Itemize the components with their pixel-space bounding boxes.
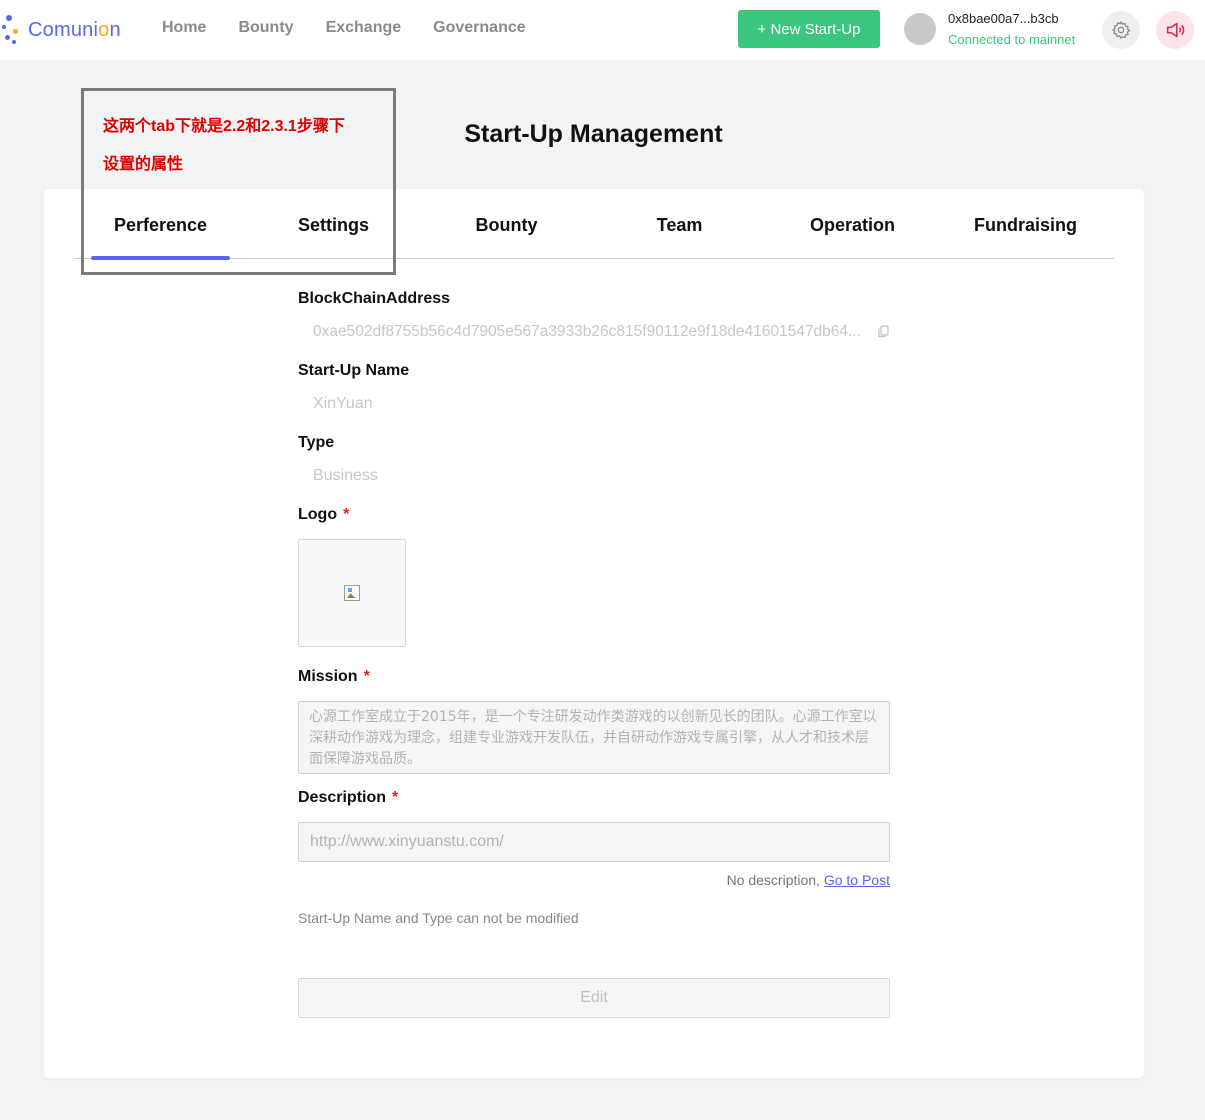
tab-bounty[interactable]: Bounty <box>420 215 593 236</box>
type-label: Type <box>298 434 335 451</box>
description-hint: No description, Go to Post <box>726 872 890 888</box>
nav-governance[interactable]: Governance <box>433 19 525 37</box>
edit-button[interactable]: Edit <box>298 978 890 1018</box>
nav-bounty[interactable]: Bounty <box>238 19 293 37</box>
account-address: 0x8bae00a7...b3cb <box>948 11 1059 26</box>
broken-image-icon <box>344 585 360 601</box>
comunion-logo[interactable]: Comunion <box>2 12 121 48</box>
logo-text: Comunion <box>28 18 121 41</box>
logo-label: Logo * <box>298 506 350 523</box>
main-nav: Home Bounty Exchange Governance <box>162 19 558 37</box>
copy-icon[interactable] <box>878 325 889 338</box>
startup-name-label: Start-Up Name <box>298 362 410 379</box>
description-label: Description * <box>298 789 399 806</box>
page-scrollbar[interactable] <box>1197 62 1205 1120</box>
tab-operation[interactable]: Operation <box>766 215 939 236</box>
blockchain-address-value: 0xae502df8755b56c4d7905e567a3933b26c815f… <box>313 323 861 340</box>
top-header: Comunion Home Bounty Exchange Governance… <box>0 0 1205 60</box>
blockchain-address-label: BlockChainAddress <box>298 290 451 307</box>
go-to-post-link[interactable]: Go to Post <box>824 872 890 888</box>
speaker-icon <box>1166 22 1185 38</box>
tab-fundraising[interactable]: Fundraising <box>939 215 1112 236</box>
avatar[interactable] <box>904 13 936 45</box>
settings-button[interactable] <box>1102 11 1140 49</box>
logo-dots-icon <box>2 12 28 48</box>
logo-upload[interactable] <box>298 539 406 647</box>
gear-icon <box>1111 20 1131 39</box>
readonly-note: Start-Up Name and Type can not be modifi… <box>298 910 579 926</box>
startup-name-value: XinYuan <box>313 395 373 412</box>
annotation-text: 这两个tab下就是2.2和2.3.1步骤下 设置的属性 <box>103 118 345 173</box>
description-input[interactable] <box>298 822 890 862</box>
network-status: Connected to mainnet <box>948 32 1076 47</box>
tab-team[interactable]: Team <box>593 215 766 236</box>
mission-textarea[interactable]: 心源工作室成立于2015年，是一个专注研发动作类游戏的以创新见长的团队。心源工作… <box>298 701 890 774</box>
announcement-button[interactable] <box>1156 11 1194 49</box>
type-value: Business <box>313 467 378 484</box>
mission-label: Mission * <box>298 668 370 685</box>
new-startup-button[interactable]: + New Start-Up <box>738 10 880 48</box>
nav-home[interactable]: Home <box>162 19 206 37</box>
nav-exchange[interactable]: Exchange <box>326 19 402 37</box>
